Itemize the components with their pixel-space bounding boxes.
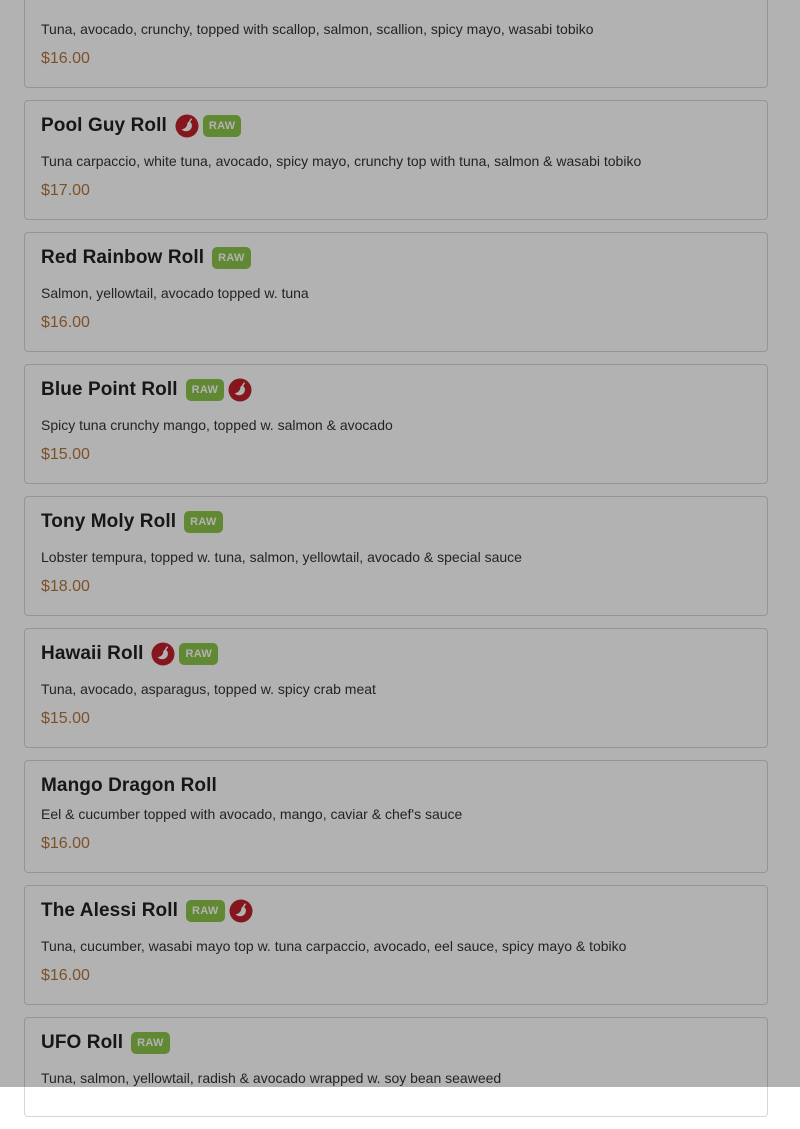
menu-item-title-row: Mango Dragon Roll (41, 761, 751, 798)
menu-item-name: Tony Moly Roll (41, 511, 177, 532)
menu-item-title-row: Hawaii Roll RAW (41, 629, 751, 666)
menu-item-description: Salmon, yellowtail, avocado topped w. tu… (41, 285, 309, 301)
menu-item-title-row: Pool Guy Roll RAW (41, 101, 751, 138)
menu-item-card[interactable]: Mango Dragon Roll Eel & cucumber topped … (24, 760, 768, 873)
menu-item-description: Lobster tempura, topped w. tuna, salmon,… (41, 549, 522, 565)
menu-item-badges: RAW (151, 642, 222, 666)
menu-item-card[interactable]: Pool Guy Roll RAW Tuna carpaccio, white … (24, 100, 768, 220)
menu-item-card[interactable]: Tuna, avocado, crunchy, topped with scal… (24, 0, 768, 88)
menu-item-badges: RAW (185, 378, 257, 402)
raw-badge: RAW (186, 900, 225, 922)
raw-badge: RAW (202, 115, 242, 137)
menu-item-card[interactable]: Tony Moly Roll RAW Lobster tempura, topp… (24, 496, 768, 616)
menu-item-title-row: UFO Roll RAW (41, 1018, 751, 1055)
menu-item-description: Eel & cucumber topped with avocado, mang… (41, 806, 463, 822)
spicy-icon (151, 642, 175, 666)
menu-item-title-row: Red Rainbow Roll RAW (41, 233, 751, 270)
menu-item-card[interactable]: UFO Roll RAW Tuna, salmon, yellowtail, r… (24, 1017, 768, 1117)
raw-badge: RAW (179, 643, 219, 665)
menu-item-description: Spicy tuna crunchy mango, topped w. salm… (41, 417, 393, 433)
menu-list: Tuna, avocado, crunchy, topped with scal… (0, 0, 800, 1129)
menu-item-name: Hawaii Roll (41, 643, 144, 664)
menu-item-description: Tuna, avocado, asparagus, topped w. spic… (41, 681, 376, 697)
spicy-icon (228, 378, 252, 402)
raw-badge: RAW (184, 511, 223, 533)
menu-item-price: $18.00 (41, 578, 90, 595)
menu-item-badges: RAW (186, 899, 257, 923)
menu-item-title-row: The Alessi Roll RAW (41, 886, 751, 923)
menu-item-description: Tuna, salmon, yellowtail, radish & avoca… (41, 1070, 502, 1086)
spicy-icon (175, 114, 199, 138)
menu-item-name: Red Rainbow Roll (41, 247, 205, 268)
menu-item-name: Pool Guy Roll (41, 115, 167, 136)
menu-item-title-row: Blue Point Roll RAW (41, 365, 751, 402)
menu-item-card[interactable]: The Alessi Roll RAW Tuna, cucumber, wasa… (24, 885, 768, 1005)
menu-item-price: $15.00 (41, 710, 90, 727)
menu-item-badges: RAW (131, 1032, 174, 1054)
raw-badge: RAW (185, 379, 225, 401)
menu-item-description: Tuna, avocado, crunchy, topped with scal… (41, 21, 594, 37)
menu-item-badges: RAW (184, 511, 227, 533)
menu-item-name: Blue Point Roll (41, 379, 178, 400)
menu-item-price: $16.00 (41, 314, 90, 331)
menu-item-title-row (41, 0, 751, 6)
menu-item-description: Tuna carpaccio, white tuna, avocado, spi… (41, 153, 642, 169)
menu-item-card[interactable]: Hawaii Roll RAW Tuna, avocado, asparagus… (24, 628, 768, 748)
menu-item-price: $17.00 (41, 182, 90, 199)
menu-item-card[interactable]: Red Rainbow Roll RAW Salmon, yellowtail,… (24, 232, 768, 352)
menu-item-price: $16.00 (41, 967, 90, 984)
menu-item-price: $16.00 (41, 50, 90, 67)
spicy-icon (229, 899, 253, 923)
menu-item-badges: RAW (175, 114, 246, 138)
menu-item-title-row: Tony Moly Roll RAW (41, 497, 751, 534)
menu-item-description: Tuna, cucumber, wasabi mayo top w. tuna … (41, 938, 627, 954)
menu-item-name: The Alessi Roll (41, 900, 178, 921)
menu-item-badges: RAW (212, 247, 255, 269)
raw-badge: RAW (212, 247, 251, 269)
menu-item-name: UFO Roll (41, 1032, 124, 1053)
menu-item-price: $16.00 (41, 835, 90, 852)
menu-item-price (41, 1098, 751, 1116)
menu-item-price: $15.00 (41, 446, 90, 463)
menu-item-name: Mango Dragon Roll (41, 775, 217, 796)
menu-item-card[interactable]: Blue Point Roll RAW Spicy tuna crunchy m… (24, 364, 768, 484)
raw-badge: RAW (131, 1032, 170, 1054)
